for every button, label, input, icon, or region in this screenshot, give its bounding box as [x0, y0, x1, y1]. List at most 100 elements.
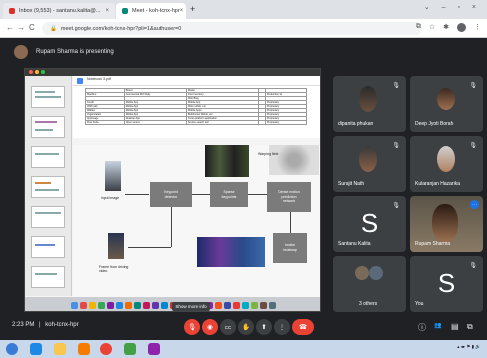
finder-icon[interactable] — [71, 301, 78, 309]
shared-screen: Notebook 3.pdf Brand Model Machine Commerci… — [24, 68, 321, 312]
participant-tile[interactable]: 🎙 Surajit Nath — [333, 136, 406, 192]
participant-tile[interactable]: 🎙 dipanita phukan — [333, 76, 406, 132]
dock-app-icon[interactable] — [233, 301, 240, 309]
arrow — [290, 212, 291, 233]
participant-avatar — [355, 266, 369, 280]
dock-app-icon[interactable] — [134, 301, 141, 309]
url-field[interactable]: 🔒 meet.google.com/koh-tcnx-hpr?pli=1&aut… — [42, 22, 422, 35]
slide-thumbnail — [31, 116, 65, 138]
start-icon[interactable] — [6, 343, 18, 355]
dock-app-icon[interactable] — [107, 301, 114, 309]
dock-app-icon[interactable] — [98, 301, 105, 309]
profile-avatar[interactable] — [457, 23, 466, 32]
meeting-code: koh-tcnx-hpr — [45, 322, 79, 328]
chat-icon[interactable]: ▤ — [451, 322, 459, 331]
app-icon[interactable] — [124, 343, 136, 355]
app-icon[interactable] — [148, 343, 160, 355]
table-row: Flow Kube Open source Source search tool Pr… — [85, 120, 308, 125]
close-tab-icon[interactable]: × — [180, 8, 184, 14]
activities-icon[interactable]: ⧉ — [467, 322, 473, 332]
slide-thumbnail — [31, 206, 65, 228]
heatmap-strip-image — [197, 237, 265, 267]
gmail-icon — [9, 8, 15, 14]
warping-field-label: Warping field — [258, 152, 279, 156]
participant-avatar — [369, 266, 383, 280]
participant-video — [437, 146, 455, 172]
dock-app-icon[interactable] — [116, 301, 123, 309]
dock-app-icon[interactable] — [161, 301, 168, 309]
docs-logo-icon — [77, 78, 83, 84]
arrow — [192, 194, 210, 195]
keypoint-detector-box: Keypoint detector — [150, 182, 192, 207]
mic-icon: 🎙 — [392, 83, 400, 89]
document-page: Notebook 3.pdf Brand Model Machine Commerci… — [73, 76, 320, 138]
new-tab-button[interactable]: + — [190, 4, 195, 14]
driving-frame-label: Frame from driving video — [99, 265, 129, 273]
dock-app-icon[interactable] — [125, 301, 132, 309]
dock-app-icon[interactable] — [224, 301, 231, 309]
info-icon[interactable]: ⓘ — [418, 322, 426, 333]
slide-thumbnail — [31, 236, 65, 258]
back-icon[interactable]: ← — [6, 23, 14, 32]
reload-icon[interactable]: C — [29, 23, 35, 32]
minimize-dot-icon — [35, 70, 39, 74]
people-icon[interactable]: 👥 — [434, 322, 441, 329]
separator: | — [39, 322, 41, 328]
table-cell: Proprietary — [264, 120, 308, 125]
participant-tile-presenter[interactable]: ⋯ Rupam Sharma — [410, 196, 483, 252]
participant-name: Deep Jyoti Borah — [415, 121, 454, 127]
chrome-icon[interactable] — [100, 343, 112, 355]
folder-icon[interactable] — [54, 343, 66, 355]
camera-toggle-button[interactable]: ◉ — [202, 319, 218, 335]
extensions-icon[interactable]: ✱ — [443, 23, 449, 32]
tab-google-meet[interactable]: Meet - koh-tcnx-hpr × — [116, 3, 186, 19]
participant-tile-self[interactable]: S 🎙 You — [410, 256, 483, 312]
participant-name: Rupam Sharma — [415, 241, 451, 247]
input-image-photo — [105, 161, 121, 191]
lock-icon: 🔒 — [50, 25, 57, 32]
dock-app-icon[interactable] — [242, 301, 249, 309]
participant-video — [359, 86, 377, 112]
more-options-button[interactable]: ⋮ — [274, 319, 290, 335]
dock-app-icon[interactable] — [152, 301, 159, 309]
share-icon[interactable]: ⧉ — [416, 23, 421, 32]
table-cell: Open source — [123, 120, 187, 125]
dock-app-icon[interactable] — [143, 301, 150, 309]
tab-gmail-inbox[interactable]: Inbox (9,553) - santanu.kalita@... × — [3, 3, 115, 19]
address-bar-row: ← → C 🔒 meet.google.com/koh-tcnx-hpr?pli… — [0, 19, 487, 38]
mic-toggle-button[interactable]: 🎙 — [184, 319, 200, 335]
participant-tile[interactable]: 🎙 Deep Jyoti Borah — [410, 76, 483, 132]
dock-app-icon[interactable] — [215, 301, 222, 309]
participant-tile-others[interactable]: 3 others — [333, 256, 406, 312]
participant-tile[interactable]: 🎙 Kularanjan Hazarika — [410, 136, 483, 192]
close-dot-icon — [29, 70, 33, 74]
raise-hand-button[interactable]: ✋ — [238, 319, 254, 335]
dock-app-icon[interactable] — [89, 301, 96, 309]
arrow — [248, 194, 267, 195]
more-options-icon[interactable]: ⋯ — [470, 200, 479, 209]
media-icon[interactable] — [78, 343, 90, 355]
trash-icon[interactable] — [269, 301, 276, 309]
dock-app-icon[interactable] — [260, 301, 267, 309]
system-tray: ▴ ◂▸ ⚑ ▮ 🔊 — [457, 344, 481, 349]
close-tab-icon[interactable]: × — [105, 8, 109, 14]
presenter-avatar — [14, 45, 28, 59]
window-controls[interactable]: ⌄ – ▫ × — [424, 3, 481, 11]
doc-table: Brand Model Machine Commercial 3DX Daly Inte… — [85, 88, 308, 125]
ie-icon[interactable] — [30, 343, 42, 355]
bookmark-star-icon[interactable]: ☆ — [429, 23, 435, 32]
captions-button[interactable]: CC — [220, 319, 236, 335]
end-call-button[interactable]: ☎ — [292, 319, 314, 335]
motion-heatmap-box: motion heatmap — [273, 233, 307, 263]
present-button[interactable]: ⬆ — [256, 319, 272, 335]
dock-app-icon[interactable] — [251, 301, 258, 309]
warping-field-image — [269, 145, 319, 175]
menu-icon[interactable]: ⋮ — [474, 23, 481, 32]
forward-icon[interactable]: → — [17, 23, 25, 32]
dock-app-icon[interactable] — [80, 301, 87, 309]
zoom-dot-icon — [41, 70, 45, 74]
participant-initial: S — [360, 208, 379, 238]
browser-tab-bar: Inbox (9,553) - santanu.kalita@... × Mee… — [0, 0, 487, 19]
participant-initial: S — [437, 268, 456, 298]
participant-tile[interactable]: S 🎙 Santanu Kalita — [333, 196, 406, 252]
